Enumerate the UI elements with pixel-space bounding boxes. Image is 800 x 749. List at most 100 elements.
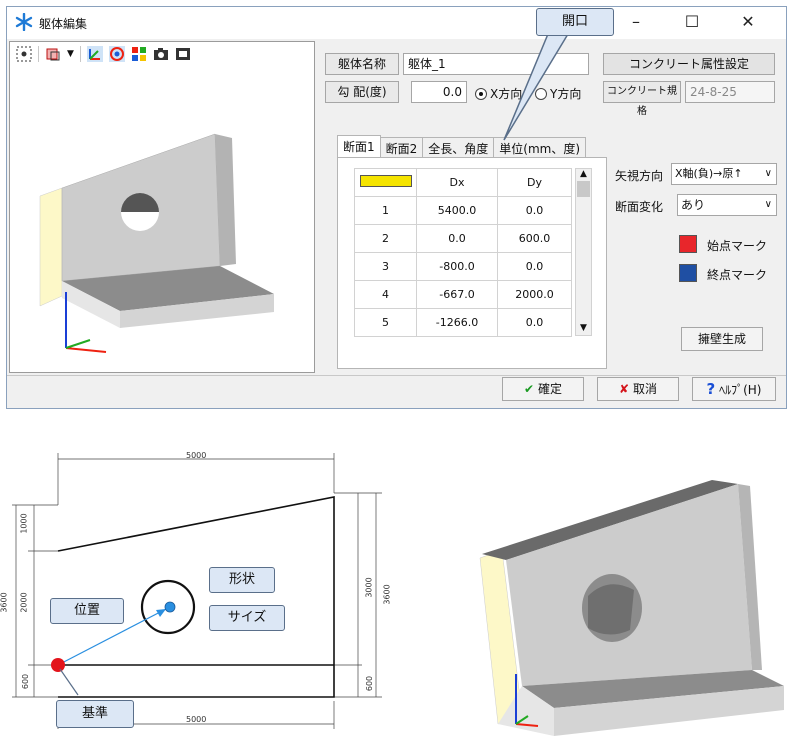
3d-opening-render: [479, 480, 784, 736]
title-bar: 躯体編集 – ☐ ✕: [7, 7, 786, 39]
dim-top-width: 5000: [186, 451, 207, 460]
viewer-toolbar: ▼: [10, 42, 314, 66]
radio-unselected-icon: [535, 87, 547, 100]
dy-cell[interactable]: 0.0: [497, 196, 572, 225]
window-title: 躯体編集: [39, 17, 88, 31]
camera-icon[interactable]: [153, 46, 169, 62]
view-select-icon[interactable]: [45, 46, 61, 62]
table-row[interactable]: 5 -1266.0 0.0: [354, 308, 572, 337]
dim-left-total: 3600: [0, 592, 9, 613]
generate-wing-wall-button[interactable]: 擁壁生成: [681, 327, 763, 351]
row-index: 1: [354, 196, 417, 225]
film-icon[interactable]: [175, 46, 191, 62]
dy-cell[interactable]: 2000.0: [497, 280, 572, 309]
table-row[interactable]: 2 0.0 600.0: [354, 224, 572, 253]
dir-y-radio[interactable]: Y方向: [535, 85, 581, 102]
chevron-down-icon: ∨: [764, 199, 772, 210]
shape-callout: 形状: [209, 567, 275, 593]
concrete-spec-label: コンクリート規格: [603, 81, 681, 117]
dim-right-mid: 3000: [364, 577, 374, 598]
dy-cell[interactable]: 0.0: [497, 308, 572, 337]
dir-y-label: Y方向: [550, 87, 582, 101]
opening-callout: 開口: [536, 8, 614, 36]
table-scrollbar[interactable]: ▲ ▼: [575, 168, 592, 336]
scroll-down-icon[interactable]: ▼: [576, 323, 591, 333]
dim-left-top: 1000: [19, 513, 29, 534]
row-index: 3: [354, 252, 417, 281]
dx-cell[interactable]: 0.0: [415, 224, 499, 253]
3d-viewer-panel[interactable]: ▼: [9, 41, 315, 373]
property-form: 躯体名称 躯体_1 勾 配(度) 0.0 X方向 Y方向 コンクリート属性設定 …: [325, 41, 785, 373]
ok-label: 確定: [537, 382, 562, 396]
cancel-button[interactable]: ✘ 取消: [597, 377, 679, 401]
scroll-thumb[interactable]: [577, 181, 590, 197]
name-field[interactable]: 躯体_1: [403, 53, 589, 75]
end-mark-swatch[interactable]: [679, 264, 697, 282]
table-row[interactable]: 3 -800.0 0.0: [354, 252, 572, 281]
chevron-down-icon[interactable]: ▼: [67, 49, 74, 59]
concrete-settings-button[interactable]: コンクリート属性設定: [603, 53, 775, 75]
table-header-row: Dx Dy: [354, 168, 572, 197]
section-change-select[interactable]: あり ∨: [677, 194, 777, 216]
tab-section-1[interactable]: 断面1: [337, 135, 381, 159]
dx-cell[interactable]: -800.0: [415, 252, 499, 281]
slope-label: 勾 配(度): [325, 81, 399, 103]
dx-cell[interactable]: -1266.0: [415, 308, 499, 337]
target-icon[interactable]: [108, 46, 125, 62]
3d-model-view: [39, 133, 274, 353]
row-index: 5: [354, 308, 417, 337]
axis-icon[interactable]: [86, 46, 103, 62]
dim-right-bottom: 600: [365, 675, 375, 692]
ok-button[interactable]: ✔ 確定: [502, 377, 584, 401]
section-table: Dx Dy 1 5400.0 0.0 2 0.0 600.0 3 -800.0 …: [354, 168, 572, 337]
position-callout: 位置: [50, 598, 124, 624]
dy-cell[interactable]: 0.0: [497, 252, 572, 281]
dx-cell[interactable]: -667.0: [415, 280, 499, 309]
dim-left-mid: 2000: [19, 592, 29, 613]
chevron-down-icon: ∨: [762, 164, 772, 184]
close-button[interactable]: ✕: [725, 7, 771, 39]
view-dir-select[interactable]: X軸(負)→原↑ ∨: [671, 163, 777, 185]
dim-bottom-width: 5000: [186, 715, 207, 724]
minimize-button[interactable]: –: [613, 7, 659, 39]
end-mark-label: 終点マーク: [707, 268, 768, 282]
toolbar-divider: [38, 46, 39, 62]
concrete-spec-field: 24-8-25: [685, 81, 775, 103]
section-change-value: あり: [681, 198, 706, 212]
dy-header: Dy: [497, 168, 572, 197]
view-dir-value: X軸(負)→原↑: [675, 167, 743, 180]
row-index: 2: [354, 224, 417, 253]
x-icon: ✘: [619, 382, 630, 396]
help-label: ﾍﾙﾌﾟ(H): [719, 383, 762, 397]
table-row[interactable]: 1 5400.0 0.0: [354, 196, 572, 225]
app-star-icon: [15, 13, 33, 31]
maximize-button[interactable]: ☐: [669, 7, 715, 39]
toolbar-divider: [79, 46, 81, 62]
name-label: 躯体名称: [325, 53, 399, 75]
row-index: 4: [354, 280, 417, 309]
scroll-up-icon[interactable]: ▲: [576, 169, 591, 179]
radio-selected-icon: [475, 87, 487, 100]
dx-header: Dx: [415, 168, 499, 197]
dim-left-bottom: 600: [21, 673, 31, 690]
section-change-label: 断面変化: [615, 200, 664, 214]
table-row[interactable]: 4 -667.0 2000.0: [354, 280, 572, 309]
check-icon: ✔: [524, 382, 535, 396]
dy-cell[interactable]: 600.0: [497, 224, 572, 253]
help-icon: ?: [706, 380, 716, 398]
view-dir-label: 矢視方向: [615, 169, 664, 183]
fit-view-icon[interactable]: [16, 46, 32, 62]
section-color-swatch: [359, 175, 412, 187]
dx-cell[interactable]: 5400.0: [415, 196, 499, 225]
color-palette-icon[interactable]: [131, 46, 147, 62]
start-mark-label: 始点マーク: [707, 239, 768, 253]
dim-right-total: 3600: [382, 584, 392, 605]
slope-field[interactable]: 0.0: [411, 81, 467, 103]
start-mark-swatch[interactable]: [679, 235, 697, 253]
footer-divider: [7, 375, 786, 376]
dir-x-radio[interactable]: X方向: [475, 85, 522, 102]
color-header-cell[interactable]: [354, 168, 417, 197]
base-callout: 基準: [56, 700, 134, 728]
size-callout: サイズ: [209, 605, 285, 631]
help-button[interactable]: ? ﾍﾙﾌﾟ(H): [692, 377, 776, 401]
